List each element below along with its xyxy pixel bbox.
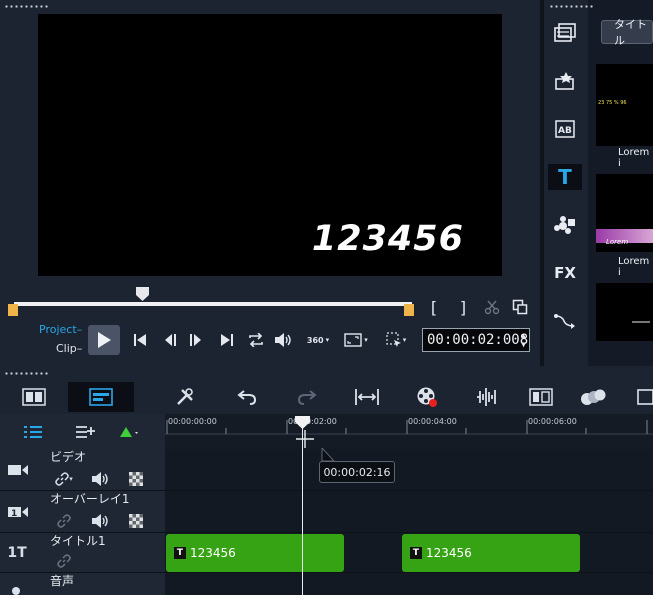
- svg-text:1: 1: [11, 509, 17, 519]
- track-name-title: タイトル1: [50, 534, 106, 548]
- repeat-icon[interactable]: [245, 330, 267, 350]
- title-link-icon[interactable]: [55, 553, 73, 569]
- title-thumbnail-2[interactable]: Lorem: [596, 174, 653, 252]
- crop-select-icon[interactable]: ▾: [380, 330, 412, 350]
- fx-icon[interactable]: FX: [548, 260, 582, 286]
- library-panel-grip[interactable]: [549, 5, 593, 8]
- media-icon[interactable]: [548, 20, 582, 46]
- title-clip-badge: T: [410, 547, 422, 559]
- track-name-overlay: オーバーレイ1: [50, 492, 130, 506]
- title-clip-label: 123456: [190, 546, 236, 560]
- path-icon[interactable]: [548, 308, 582, 334]
- ruler-label-2: 00:00:04:00: [408, 417, 457, 426]
- overlay-track-icon: 1: [6, 503, 30, 521]
- timecode-display[interactable]: 00:00:02:008 ▲ ▼: [422, 328, 530, 352]
- graphics-icon[interactable]: [548, 213, 582, 239]
- overlay-ripple-icon[interactable]: [127, 513, 145, 529]
- vr-360-label: 360: [306, 335, 324, 345]
- undo-icon[interactable]: [232, 382, 262, 412]
- track-header-title[interactable]: 1T タイトル1: [0, 533, 165, 573]
- video-ripple-icon[interactable]: [127, 471, 145, 487]
- vr-360-icon[interactable]: 360 ▾: [302, 330, 334, 350]
- trim-start-marker[interactable]: [8, 304, 18, 316]
- playhead-handle[interactable]: [295, 416, 310, 430]
- overlay-mute-icon[interactable]: [91, 513, 111, 529]
- preview-title-text: 123456: [311, 219, 464, 259]
- thumbnail-1-overlay: 23 75 % 96: [598, 100, 627, 106]
- video-link-icon[interactable]: ▾: [55, 471, 73, 487]
- mark-out-button[interactable]: ]: [455, 296, 471, 318]
- storyboard-view-icon[interactable]: [14, 382, 54, 412]
- transition-icon[interactable]: AB: [548, 116, 582, 142]
- project-mode-label[interactable]: Project–: [39, 323, 82, 336]
- title-library-tab[interactable]: タイトル: [601, 18, 653, 47]
- tooltip-pointer: [321, 448, 335, 462]
- timeline-view-icon[interactable]: [68, 382, 134, 412]
- more-icon[interactable]: [636, 382, 653, 412]
- video-mute-icon[interactable]: [91, 471, 111, 487]
- overlay-link-icon[interactable]: [55, 513, 73, 529]
- timeline-panel-grip[interactable]: [4, 372, 50, 375]
- timecode-stepper[interactable]: ▲ ▼: [521, 331, 526, 349]
- fit-timeline-icon[interactable]: [352, 382, 382, 412]
- title-clip-1[interactable]: T 123456: [166, 534, 344, 572]
- mark-in-button[interactable]: [: [426, 296, 442, 318]
- thumbnail-1-label: Lorem i: [618, 147, 650, 169]
- crosshair-cursor-icon: [296, 430, 314, 448]
- track-name-video: ビデオ: [50, 450, 87, 464]
- clip-mode-label[interactable]: Clip–: [56, 342, 82, 355]
- svg-text:AB: AB: [558, 126, 572, 136]
- track-manager-icon[interactable]: [22, 424, 44, 440]
- go-to-start-icon[interactable]: [130, 330, 150, 350]
- title-clip-2[interactable]: T 123456: [402, 534, 580, 572]
- redo-icon[interactable]: [292, 382, 322, 412]
- thumbnail-2-label: Lorem i: [618, 256, 650, 278]
- split-clip-icon[interactable]: [481, 296, 503, 318]
- title-track-prefix: 1T: [7, 545, 27, 561]
- tools-icon[interactable]: [170, 382, 200, 412]
- fx-label: FX: [554, 264, 576, 282]
- title-track-icon: 1T: [4, 543, 30, 563]
- video-track-icon: [6, 461, 30, 479]
- preview-panel-grip[interactable]: [4, 5, 50, 8]
- video-lane[interactable]: [165, 449, 653, 491]
- audio-lane[interactable]: [165, 573, 653, 595]
- audio-track-icon: [8, 585, 24, 595]
- title-clip-badge: T: [174, 547, 186, 559]
- trim-end-marker[interactable]: [404, 304, 414, 316]
- ruler-label-3: 00:00:06:00: [528, 417, 577, 426]
- record-capture-icon[interactable]: [412, 382, 442, 412]
- instant-project-icon[interactable]: [548, 68, 582, 94]
- volume-icon[interactable]: [273, 330, 295, 350]
- overlay-lane[interactable]: [165, 491, 653, 533]
- ruler-label-0: 00:00:00:00: [168, 417, 217, 426]
- timecode-value: 00:00:02:008: [427, 332, 529, 348]
- scrub-bar[interactable]: [14, 302, 412, 306]
- audio-mixer-icon[interactable]: [472, 382, 502, 412]
- add-chapter-icon[interactable]: [74, 424, 96, 440]
- thumbnail-2-overlay: Lorem: [606, 238, 629, 246]
- go-to-end-icon[interactable]: [217, 330, 237, 350]
- title-thumbnail-1[interactable]: 23 75 % 96: [596, 64, 653, 146]
- title-icon[interactable]: T: [548, 164, 582, 190]
- resize-preview-icon[interactable]: [509, 296, 531, 318]
- play-button[interactable]: [88, 325, 120, 355]
- blend-icon[interactable]: [578, 382, 608, 412]
- track-name-audio: 音声: [50, 574, 75, 588]
- auto-music-icon[interactable]: [526, 382, 556, 412]
- chapter-marker-icon[interactable]: [116, 424, 142, 440]
- previous-frame-icon[interactable]: [160, 330, 180, 350]
- time-tooltip: 00:00:02:16: [319, 461, 395, 483]
- preview-screen[interactable]: 123456: [38, 14, 502, 276]
- track-header-audio[interactable]: 音声: [0, 573, 165, 595]
- scrubber-handle[interactable]: [136, 287, 149, 301]
- title-clip-label: 123456: [426, 546, 472, 560]
- next-frame-icon[interactable]: [186, 330, 206, 350]
- title-thumbnail-3[interactable]: [596, 283, 653, 341]
- aspect-ratio-icon[interactable]: ▾: [340, 330, 372, 350]
